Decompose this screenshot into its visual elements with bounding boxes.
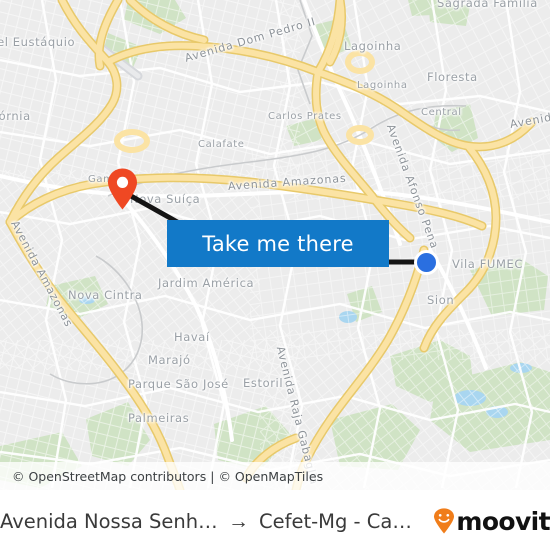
- moovit-trip-map-screen: Sagrada Família Lagoinha Floresta rel Eustá…: [0, 0, 550, 550]
- moovit-wordmark: moovit: [456, 506, 550, 536]
- origin-marker-pin[interactable]: [107, 168, 138, 210]
- moovit-logo: moovit: [433, 507, 550, 536]
- openmaptiles-attribution-link[interactable]: © OpenMapTiles: [218, 469, 323, 484]
- arrow-right-icon: →: [228, 509, 249, 533]
- destination-marker-dot[interactable]: [414, 250, 439, 275]
- map-attribution: © OpenStreetMap contributors | © OpenMap…: [0, 462, 550, 490]
- origin-label: Avenida Nossa Senhora Do Car…: [0, 509, 218, 533]
- moovit-pin-icon: [433, 508, 455, 534]
- attribution-separator: |: [210, 468, 215, 484]
- trip-endpoints-bar: Avenida Nossa Senhora Do Car… → Cefet-Mg…: [0, 490, 550, 550]
- take-me-there-button[interactable]: Take me there: [167, 220, 389, 267]
- osm-attribution-link[interactable]: © OpenStreetMap contributors: [12, 469, 206, 484]
- destination-label: Cefet-Mg - Camp…: [259, 509, 415, 533]
- map-viewport[interactable]: Sagrada Família Lagoinha Floresta rel Eustá…: [0, 0, 550, 490]
